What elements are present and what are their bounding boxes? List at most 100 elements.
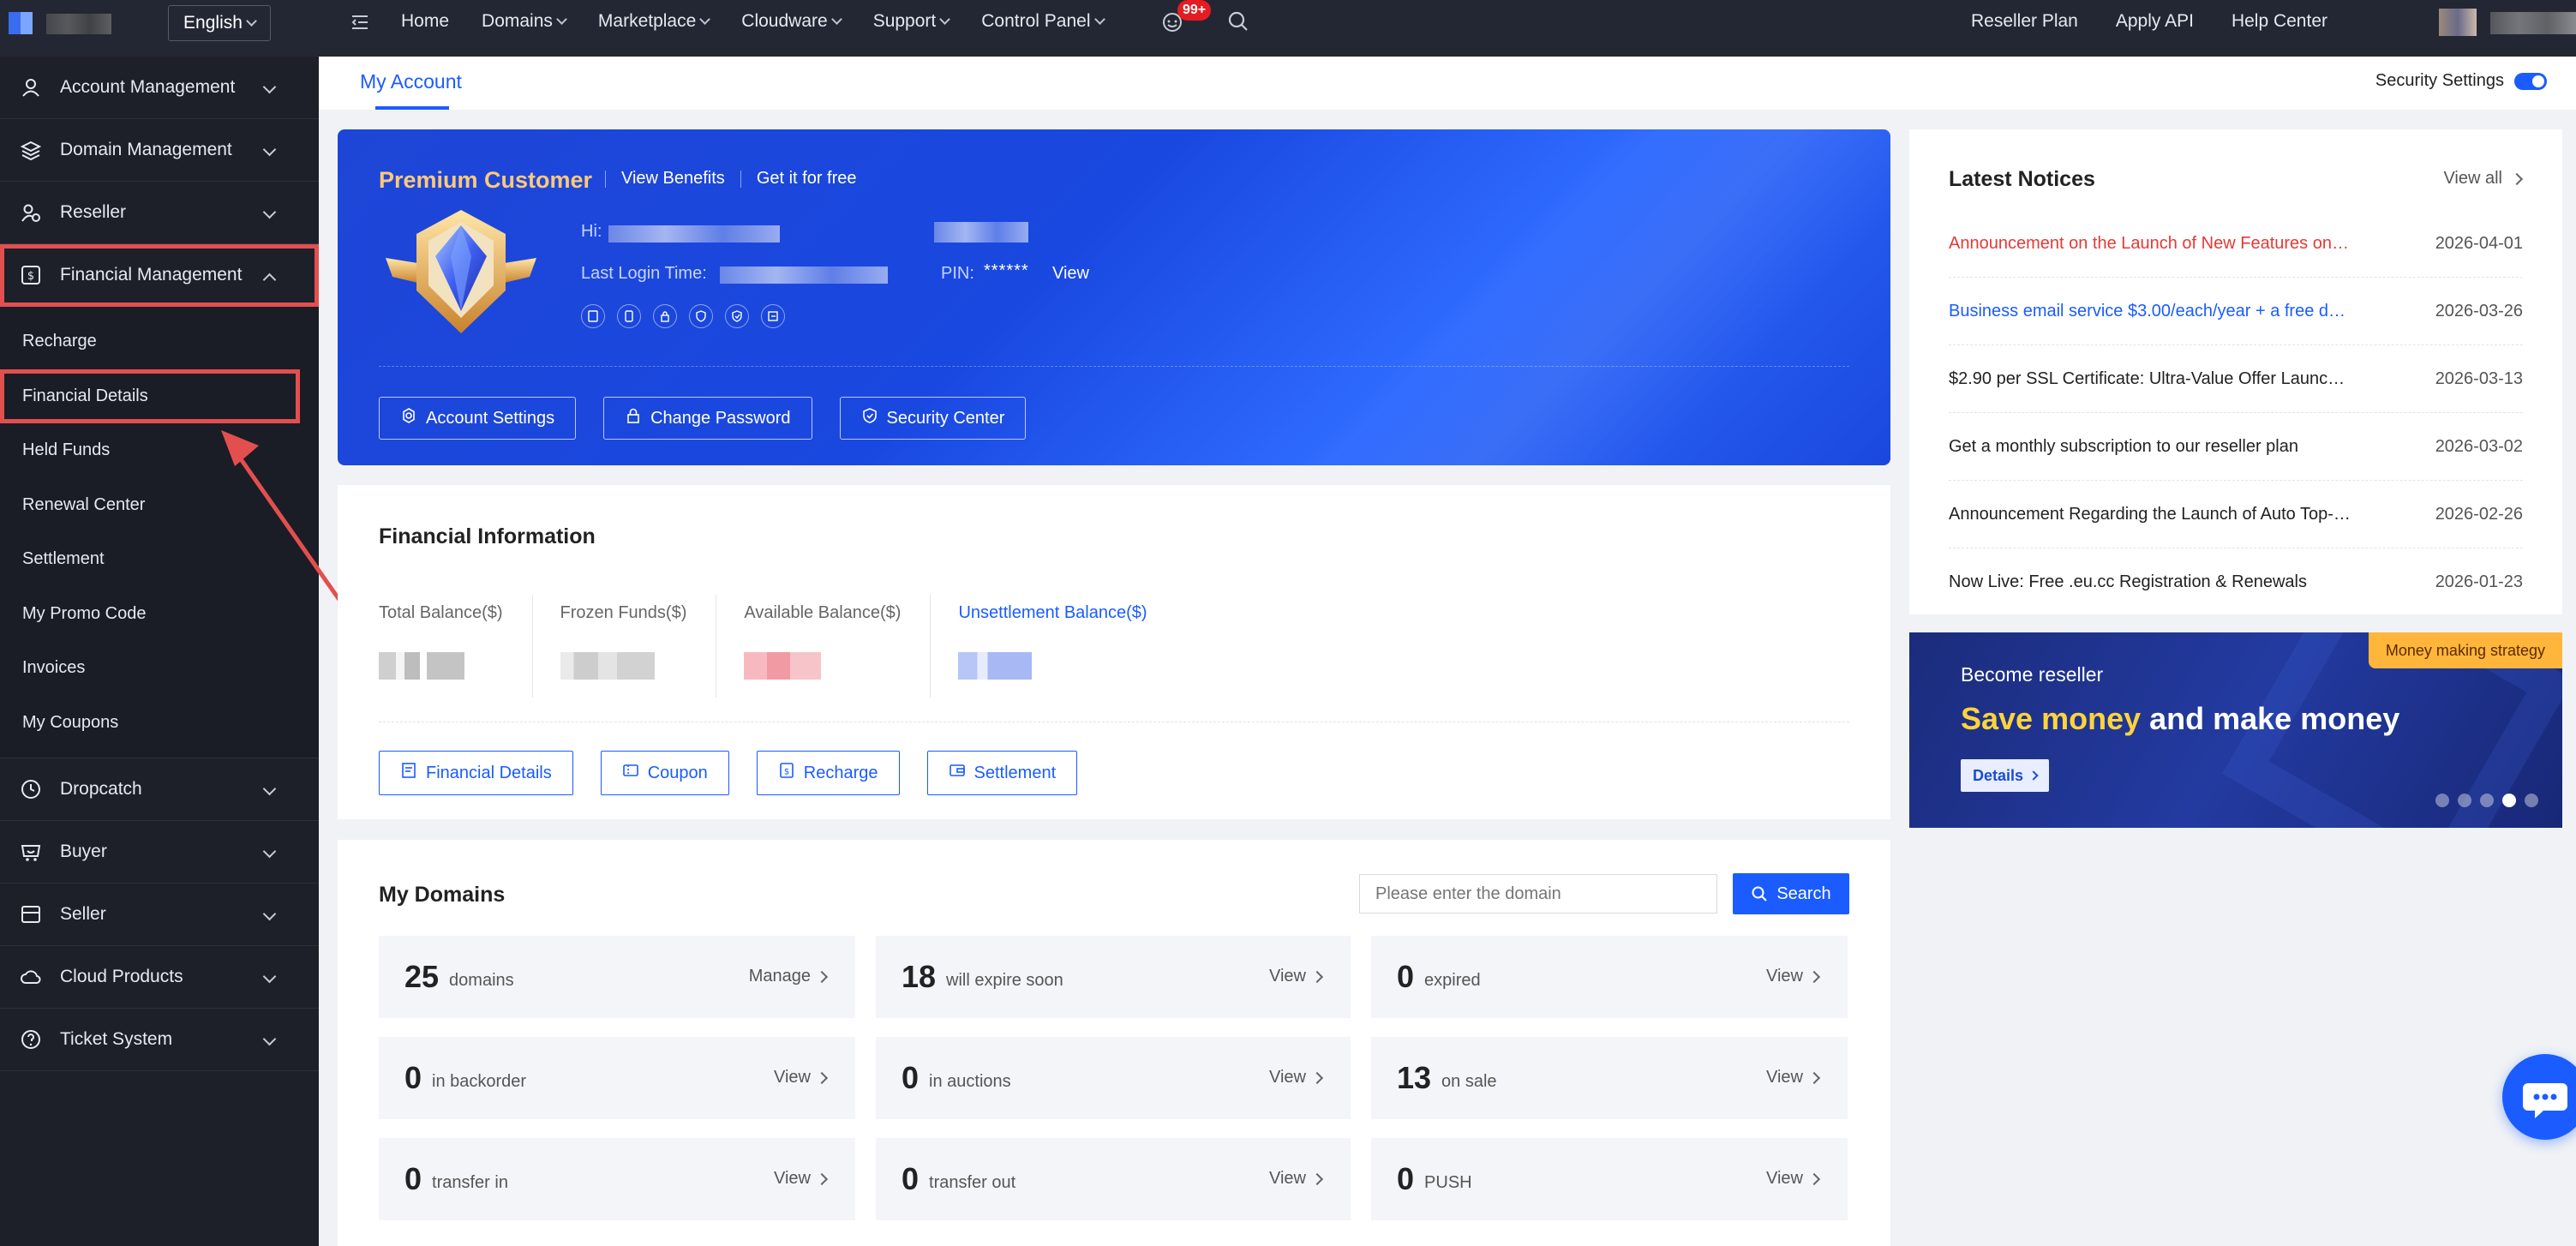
balance-label[interactable]: Unsettlement Balance($) — [958, 603, 1147, 623]
security-center-button[interactable]: Security Center — [839, 397, 1027, 440]
domain-stat-view-link[interactable]: View — [774, 1169, 829, 1189]
domain-stat-view-link[interactable]: View — [1269, 1169, 1324, 1189]
settlement-button[interactable]: Settlement — [926, 751, 1078, 795]
link-help-center[interactable]: Help Center — [2232, 11, 2327, 32]
notice-title[interactable]: Get a monthly subscription to our resell… — [1949, 437, 2351, 457]
sidebar-group-seller[interactable]: Seller — [0, 884, 319, 946]
pin-label: PIN: — [941, 264, 974, 283]
nav-home[interactable]: Home — [401, 11, 449, 32]
language-selector[interactable]: English — [168, 5, 271, 41]
search-icon[interactable] — [1227, 10, 1249, 33]
nav-label: Marketplace — [597, 11, 697, 31]
sidebar-group-account-management[interactable]: Account Management — [0, 57, 319, 119]
domain-stat-view-link[interactable]: View — [1766, 1068, 1821, 1087]
nav-label: Home — [401, 11, 450, 31]
carousel-dot[interactable] — [2458, 794, 2471, 807]
domain-stat-manage-link[interactable]: Manage — [749, 967, 829, 986]
carousel-dot[interactable] — [2502, 794, 2516, 807]
domain-stat-in-backorder: 0 in backorder View — [379, 1037, 855, 1119]
logo-mark-left[interactable] — [9, 12, 21, 34]
phone-badge-icon[interactable] — [617, 304, 641, 328]
carousel-dot[interactable] — [2480, 794, 2494, 807]
notice-item[interactable]: Now Live: Free .eu.cc Registration & Ren… — [1949, 548, 2523, 616]
reseller-banner[interactable]: Money making strategy Become reseller Sa… — [1909, 632, 2562, 828]
sidebar-group-reseller[interactable]: Reseller — [0, 182, 319, 244]
notice-item[interactable]: Announcement on the Launch of New Featur… — [1949, 210, 2523, 278]
notice-title[interactable]: Announcement Regarding the Launch of Aut… — [1949, 505, 2351, 524]
security-settings-toggle[interactable] — [2514, 72, 2547, 90]
notice-item[interactable]: Business email service $3.00/each/year +… — [1949, 278, 2523, 345]
sidebar-item-my-coupons[interactable]: My Coupons — [0, 696, 319, 751]
divider — [740, 170, 741, 188]
notice-item[interactable]: $2.90 per SSL Certificate: Ultra-Value O… — [1949, 345, 2523, 413]
divider — [379, 366, 1849, 367]
domains-title: My Domains — [379, 883, 506, 907]
get-free-link[interactable]: Get it for free — [757, 169, 857, 189]
account-settings-button[interactable]: Account Settings — [379, 397, 577, 440]
notice-title[interactable]: Business email service $3.00/each/year +… — [1949, 302, 2351, 321]
banner-details-label: Details — [1973, 766, 2024, 784]
greeting-label: Hi: — [581, 222, 602, 241]
tab-my-account[interactable]: My Account — [360, 70, 462, 93]
financial-information-card: Financial Information Total Balance($) Fr… — [338, 485, 1890, 819]
recharge-button[interactable]: $ Recharge — [756, 751, 900, 795]
chat-support-button[interactable] — [2502, 1054, 2576, 1140]
link-apply-api[interactable]: Apply API — [2116, 11, 2194, 32]
menu-fold-icon[interactable] — [350, 12, 370, 33]
domain-stat-view-link[interactable]: View — [1766, 967, 1821, 986]
sidebar-group-ticket-system[interactable]: Ticket System — [0, 1009, 319, 1071]
link-label: View — [1766, 1169, 1803, 1188]
premium-title: Premium Customer — [379, 167, 593, 193]
coupon-button[interactable]: Coupon — [600, 751, 729, 795]
banner-details-button[interactable]: Details — [1961, 759, 2050, 792]
view-benefits-link[interactable]: View Benefits — [621, 169, 725, 189]
domain-stat-view-link[interactable]: View — [1269, 1068, 1324, 1087]
notice-title[interactable]: Now Live: Free .eu.cc Registration & Ren… — [1949, 572, 2351, 592]
view-all-link[interactable]: View all — [2443, 169, 2524, 189]
sidebar-group-dropcatch[interactable]: Dropcatch — [0, 758, 319, 821]
domain-stat-view-link[interactable]: View — [774, 1068, 829, 1087]
carousel-dot[interactable] — [2525, 794, 2538, 807]
top-bar: English Home Domains Marketplace Cloudware S… — [0, 0, 2576, 57]
domain-search-input[interactable] — [1359, 874, 1717, 914]
domain-stat-label: expired — [1424, 970, 1481, 990]
shield-badge-icon[interactable] — [725, 304, 749, 328]
domain-search-button[interactable]: Search — [1733, 873, 1849, 914]
notice-title[interactable]: Announcement on the Launch of New Featur… — [1949, 234, 2351, 254]
notice-item[interactable]: Announcement Regarding the Launch of Aut… — [1949, 481, 2523, 548]
avatar[interactable] — [2439, 9, 2477, 36]
lock-badge-icon[interactable] — [653, 304, 677, 328]
login-badge-icon[interactable] — [761, 304, 785, 328]
notice-title[interactable]: $2.90 per SSL Certificate: Ultra-Value O… — [1949, 369, 2351, 389]
notice-item[interactable]: Get a monthly subscription to our resell… — [1949, 413, 2523, 481]
domain-stat-view-link[interactable]: View — [1766, 1169, 1821, 1189]
link-reseller-plan[interactable]: Reseller Plan — [1971, 11, 2078, 32]
pin-view-link[interactable]: View — [1052, 264, 1089, 284]
last-login-label: Last Login Time: — [581, 264, 707, 283]
sidebar-group-domain-management[interactable]: Domain Management — [0, 119, 319, 182]
my-domains-card: My Domains Search 25 domains Manage 18 will … — [338, 840, 1890, 1246]
banner-tag: Money making strategy — [2368, 632, 2562, 668]
sidebar-group-financial-management[interactable]: $ Financial Management — [0, 244, 319, 307]
logo-mark-right[interactable] — [21, 12, 33, 34]
nav-cloudware[interactable]: Cloudware — [741, 11, 842, 32]
email-badge-icon[interactable] — [581, 304, 605, 328]
nav-marketplace[interactable]: Marketplace — [597, 11, 711, 32]
sidebar-item-financial-details[interactable]: Financial Details — [0, 368, 300, 423]
sidebar-item-invoices[interactable]: Invoices — [0, 641, 319, 696]
nav-domains[interactable]: Domains — [482, 11, 567, 32]
change-password-button[interactable]: Change Password — [603, 397, 812, 440]
sidebar-item-recharge[interactable]: Recharge — [0, 314, 319, 369]
button-label: Account Settings — [426, 408, 555, 428]
username-blurred[interactable] — [2490, 12, 2576, 34]
nav-control-panel[interactable]: Control Panel — [981, 11, 1105, 32]
financial-details-button[interactable]: Financial Details — [379, 751, 573, 795]
id-badge-icon[interactable] — [689, 304, 713, 328]
carousel-dot[interactable] — [2435, 794, 2449, 807]
sidebar-group-cloud-products[interactable]: Cloud Products — [0, 946, 319, 1009]
sidebar-group-buyer[interactable]: Buyer — [0, 821, 319, 884]
reseller-icon — [19, 201, 43, 225]
nav-support[interactable]: Support — [873, 11, 951, 32]
domain-stat-view-link[interactable]: View — [1269, 967, 1324, 986]
domain-stat-count: 0 — [902, 1060, 920, 1095]
